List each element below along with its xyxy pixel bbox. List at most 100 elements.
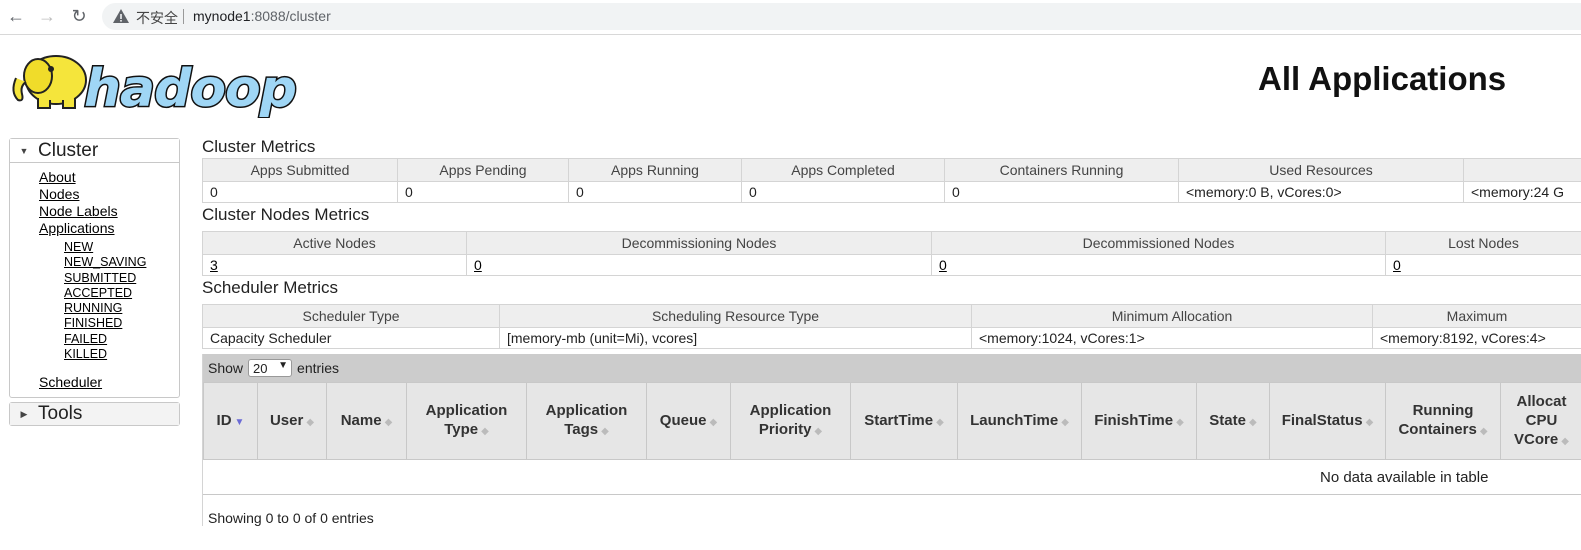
- app-state-killed[interactable]: KILLED: [64, 347, 179, 362]
- apps-col-allocat-cpu-vcore[interactable]: Allocat CPU VCore ◆: [1500, 382, 1581, 460]
- sort-icon: ◆: [709, 416, 718, 428]
- app-state-new-saving[interactable]: NEW_SAVING: [64, 255, 179, 270]
- hadoop-logo[interactable]: hadoop: [8, 40, 308, 118]
- page-title: All Applications: [1258, 60, 1507, 97]
- apps-col-label: VCore: [1514, 430, 1559, 448]
- url-text[interactable]: mynode1:8088/cluster: [193, 8, 331, 24]
- app-state-accepted[interactable]: ACCEPTED: [64, 286, 179, 301]
- apps-col-id[interactable]: ID ▼: [203, 382, 258, 460]
- apps-col-user[interactable]: User ◆: [257, 382, 327, 460]
- sidebar-link-about[interactable]: About: [39, 169, 179, 186]
- entries-label: entries: [297, 360, 340, 376]
- tools-section-title: Tools: [38, 403, 83, 425]
- apps-col-queue[interactable]: Queue ◆: [646, 382, 731, 460]
- app-state-finished[interactable]: FINISHED: [64, 316, 179, 331]
- apps-col-running-containers[interactable]: Running Containers ◆: [1385, 382, 1501, 460]
- apps-col-label: Application: [749, 402, 832, 419]
- col-scheduling-resource-type: Scheduling Resource Type: [499, 304, 972, 328]
- apps-col-finishtime[interactable]: FinishTime ◆: [1081, 382, 1197, 460]
- sidebar: ▼ Cluster About Nodes Node Labels Applic…: [9, 138, 180, 427]
- sidebar-link-applications[interactable]: Applications: [39, 220, 179, 237]
- apps-col-state[interactable]: State ◆: [1196, 382, 1270, 460]
- link-decommissioning-nodes[interactable]: 0: [474, 257, 482, 273]
- applications-header-row: ID ▼ User ◆ Name ◆ Application Type ◆ Application…: [203, 382, 1581, 460]
- insecure-label[interactable]: 不安全: [136, 8, 178, 28]
- apps-col-application-type[interactable]: Application Type ◆: [406, 382, 527, 460]
- col-minimum-allocation: Minimum Allocation: [971, 304, 1373, 328]
- val-apps-running: 0: [568, 181, 742, 203]
- app-state-list: NEW NEW_SAVING SUBMITTED ACCEPTED RUNNIN…: [39, 240, 179, 362]
- chevron-down-icon: ▼: [278, 360, 289, 371]
- apps-col-label: Allocat: [1516, 392, 1567, 410]
- apps-col-label: Type: [444, 421, 479, 438]
- sort-icon: ◆: [1248, 416, 1257, 428]
- apps-col-name[interactable]: Name ◆: [326, 382, 407, 460]
- apps-col-finalstatus[interactable]: FinalStatus ◆: [1269, 382, 1386, 460]
- sidebar-link-scheduler[interactable]: Scheduler: [39, 374, 179, 391]
- apps-col-launchtime[interactable]: LaunchTime ◆: [957, 382, 1082, 460]
- apps-col-label: Name: [340, 411, 382, 429]
- apps-col-label: FinishTime: [1094, 411, 1174, 429]
- val-scheduling-resource-type: [memory-mb (unit=Mi), vcores]: [499, 327, 972, 349]
- col-apps-submitted: Apps Submitted: [202, 158, 398, 182]
- browser-toolbar: ← → ↻ 不安全 mynode1:8088/cluster: [0, 0, 1581, 35]
- apps-col-label: StartTime: [864, 411, 934, 429]
- address-separator: [183, 9, 184, 24]
- col-decommissioning-nodes: Decommissioning Nodes: [466, 231, 932, 255]
- nodes-metrics-table: Active Nodes Decommissioning Nodes Decom…: [202, 231, 1581, 276]
- col-scheduler-type: Scheduler Type: [202, 304, 500, 328]
- sort-icon: ◆: [1479, 426, 1488, 437]
- svg-text:hadoop: hadoop: [84, 59, 296, 118]
- tools-section-header[interactable]: ▶ Tools: [10, 403, 179, 426]
- page-length-value: 20: [253, 360, 268, 376]
- sort-icon: ◆: [814, 426, 823, 437]
- app-state-running[interactable]: RUNNING: [64, 301, 179, 316]
- reload-icon[interactable]: ↻: [67, 5, 91, 27]
- url-path: :8088/cluster: [250, 8, 331, 24]
- show-label: Show: [208, 360, 244, 376]
- sidebar-link-node-labels[interactable]: Node Labels: [39, 203, 179, 220]
- apps-col-label: Tags: [564, 421, 599, 438]
- col-apps-running: Apps Running: [568, 158, 742, 182]
- sort-icon: ◆: [481, 426, 489, 437]
- apps-col-application-priority[interactable]: Application Priority ◆: [730, 382, 851, 460]
- tools-section[interactable]: ▶ Tools: [9, 402, 180, 427]
- sort-icon: ◆: [1176, 416, 1184, 428]
- table-info: Showing 0 to 0 of 0 entries: [208, 510, 374, 526]
- app-state-failed[interactable]: FAILED: [64, 332, 179, 347]
- col-maximum-allocation: Maximum: [1372, 304, 1581, 328]
- nodes-metrics-title: Cluster Nodes Metrics: [202, 205, 370, 224]
- col-lost-nodes: Lost Nodes: [1385, 231, 1581, 255]
- cluster-metrics-table: Apps Submitted Apps Pending Apps Running…: [202, 158, 1581, 203]
- sort-icon: ◆: [384, 416, 393, 428]
- col-decommissioned-nodes: Decommissioned Nodes: [931, 231, 1386, 255]
- apps-col-starttime[interactable]: StartTime ◆: [850, 382, 958, 460]
- warning-icon[interactable]: [112, 7, 130, 25]
- sidebar-link-nodes[interactable]: Nodes: [39, 186, 179, 203]
- applications-table-wrapper: Show 20 ▼ entries ID ▼ User ◆ Name ◆ Applicati…: [202, 354, 1581, 526]
- app-state-new[interactable]: NEW: [64, 240, 179, 255]
- val-containers-running: 0: [944, 181, 1179, 203]
- apps-col-application-tags[interactable]: Application Tags ◆: [526, 382, 647, 460]
- val-used-resources: <memory:0 B, vCores:0>: [1178, 181, 1464, 203]
- col-used-resources: Used Resources: [1178, 158, 1464, 182]
- app-state-submitted[interactable]: SUBMITTED: [64, 271, 179, 286]
- page-length-select[interactable]: 20 ▼: [248, 359, 293, 377]
- cluster-section-header[interactable]: ▼ Cluster: [10, 139, 179, 163]
- main-content: Cluster Metrics Apps Submitted Apps Pend…: [202, 136, 1581, 526]
- link-decommissioned-nodes[interactable]: 0: [939, 257, 947, 273]
- sort-icon: ◆: [1365, 416, 1374, 428]
- col-active-nodes: Active Nodes: [202, 231, 467, 255]
- address-bar[interactable]: 不安全 mynode1:8088/cluster: [102, 3, 1581, 30]
- empty-table-row: No data available in table: [203, 460, 1581, 495]
- val-apps-pending: 0: [397, 181, 569, 203]
- cluster-section: ▼ Cluster About Nodes Node Labels Applic…: [9, 138, 180, 399]
- forward-icon[interactable]: →: [35, 5, 59, 27]
- link-active-nodes[interactable]: 3: [210, 257, 218, 273]
- link-lost-nodes[interactable]: 0: [1393, 257, 1401, 273]
- apps-col-label: User: [269, 411, 304, 429]
- apps-col-label: Priority: [758, 421, 812, 438]
- sort-icon: ◆: [1561, 435, 1569, 447]
- expanded-triangle-icon: ▼: [19, 145, 29, 156]
- back-icon[interactable]: ←: [4, 5, 28, 27]
